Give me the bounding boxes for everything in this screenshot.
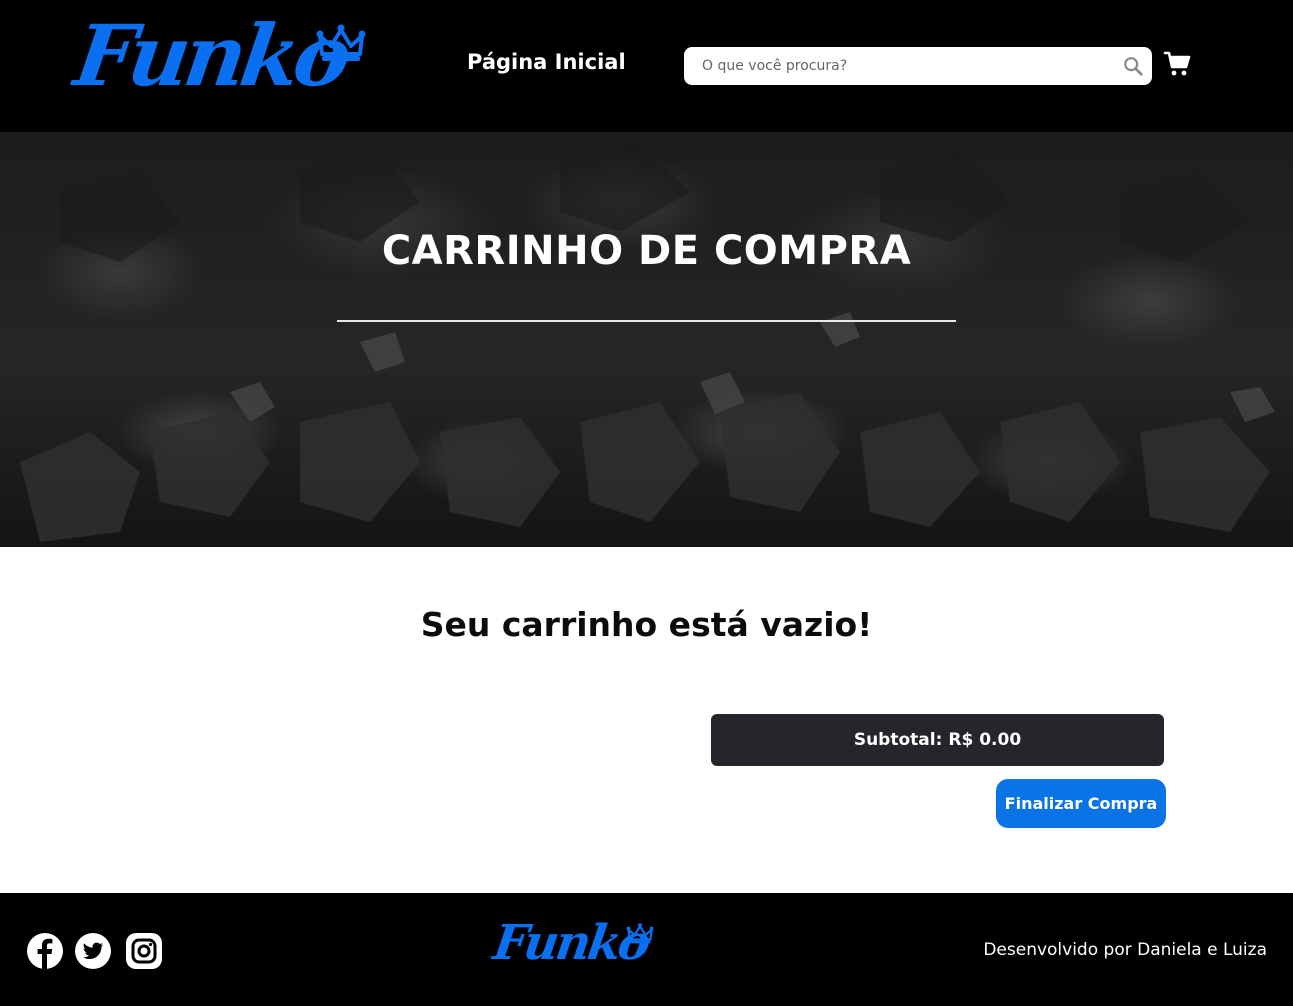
hero-banner: CARRINHO DE COMPRA [0,132,1293,547]
page-title: CARRINHO DE COMPRA [381,228,912,274]
facebook-icon[interactable] [26,932,64,970]
footer-credit: Desenvolvido por Daniela e Luiza [983,940,1267,960]
nav-home-link[interactable]: Página Inicial [467,50,626,74]
search-icon[interactable] [1122,55,1144,77]
search-input[interactable] [696,47,1116,85]
subtotal-box: Subtotal: R$ 0.00 [711,714,1164,766]
rocks-background [20,142,1275,542]
title-divider [337,320,956,322]
instagram-icon[interactable] [125,932,163,970]
subtotal-label: Subtotal: [853,730,943,750]
site-footer: Funko Desenvolvido por Daniela e Luiza [0,893,1293,1006]
logo-text: Funko [69,6,353,105]
crown-icon [316,24,366,61]
site-header: Funko Página Inicial [0,0,1293,132]
empty-cart-message: Seu carrinho está vazio! [420,605,873,644]
twitter-icon[interactable] [74,932,112,970]
funko-logo[interactable]: Funko [69,6,370,120]
search-bar [684,47,1152,85]
subtotal-value: R$ 0.00 [948,730,1022,750]
cart-icon[interactable] [1163,50,1191,78]
crown-icon [626,923,654,944]
checkout-button[interactable]: Finalizar Compra [996,779,1166,828]
footer-funko-logo[interactable]: Funko [490,915,656,977]
